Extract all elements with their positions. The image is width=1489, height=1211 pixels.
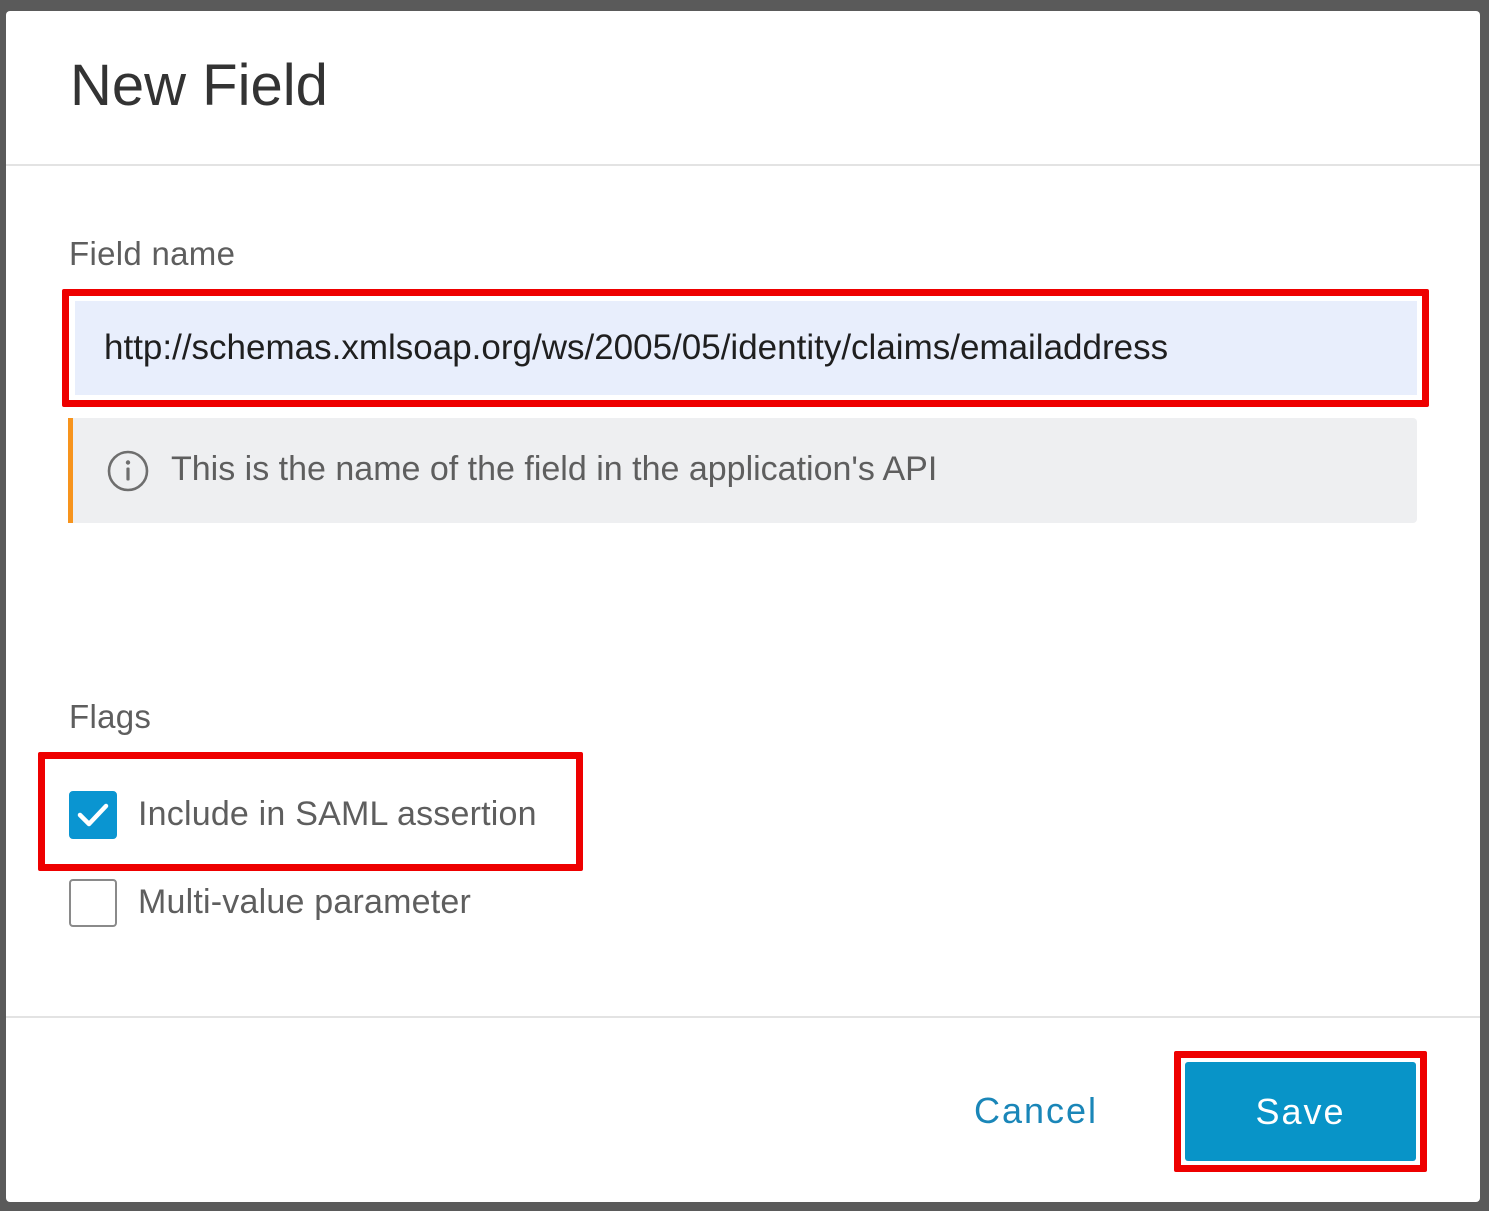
new-field-dialog: New Field Field name This is the name of… xyxy=(6,11,1480,1202)
include-in-saml-assertion-checkbox[interactable] xyxy=(69,791,117,839)
info-circle-icon xyxy=(106,449,150,493)
field-name-label: Field name xyxy=(69,235,236,272)
include-in-saml-assertion-option[interactable]: Include in SAML assertion xyxy=(69,791,537,839)
multi-value-parameter-option[interactable]: Multi-value parameter xyxy=(69,879,471,927)
flags-label: Flags xyxy=(69,698,152,735)
checkmark-icon xyxy=(77,803,109,827)
multi-value-parameter-label: Multi-value parameter xyxy=(138,883,471,922)
dialog-header: New Field xyxy=(6,11,1480,166)
cancel-button[interactable]: Cancel xyxy=(961,1083,1111,1139)
field-name-hint: This is the name of the field in the app… xyxy=(68,418,1417,523)
save-button[interactable]: Save xyxy=(1185,1062,1416,1161)
field-name-input[interactable] xyxy=(75,301,1417,395)
multi-value-parameter-checkbox[interactable] xyxy=(69,879,117,927)
footer-divider xyxy=(6,1016,1480,1018)
include-in-saml-assertion-label: Include in SAML assertion xyxy=(138,795,537,834)
hint-text: This is the name of the field in the app… xyxy=(171,450,938,488)
dialog-title: New Field xyxy=(70,53,328,118)
